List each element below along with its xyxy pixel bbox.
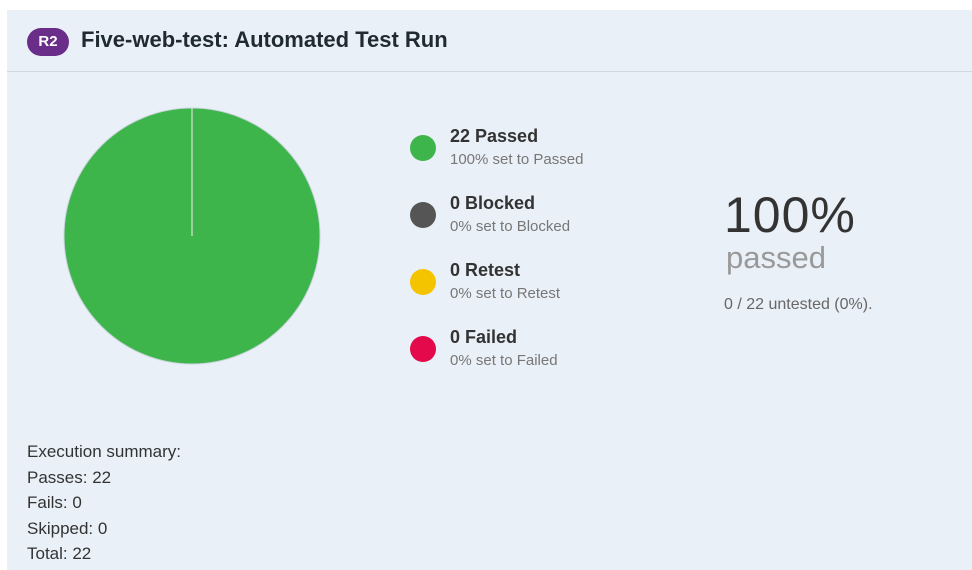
pie-chart <box>62 106 322 366</box>
run-badge: R2 <box>27 28 69 56</box>
page-title[interactable]: Five-web-test: Automated Test Run <box>81 27 448 53</box>
pie-chart-svg <box>63 107 321 365</box>
panel-header: R2 Five-web-test: Automated Test Run <box>7 10 972 72</box>
legend-sub: 100% set to Passed <box>450 151 584 168</box>
legend-sub: 0% set to Retest <box>450 285 561 302</box>
summary-heading: Execution summary: <box>27 442 181 461</box>
summary-total: Total: 22 <box>27 544 92 563</box>
legend-count: 22 Passed <box>450 126 539 146</box>
legend-count: 0 Blocked <box>450 193 536 213</box>
execution-summary: Execution summary: Passes: 22 Fails: 0 S… <box>27 439 181 567</box>
legend-count: 0 Failed <box>450 327 518 347</box>
legend-item-blocked: 0 Blocked 0% set to Blocked <box>410 193 670 243</box>
passed-dot-icon <box>410 135 436 161</box>
failed-dot-icon <box>410 336 436 362</box>
untested-summary: 0 / 22 untested (0%). <box>724 296 873 313</box>
test-run-panel: R2 Five-web-test: Automated Test Run 22 … <box>7 10 972 570</box>
legend-sub: 0% set to Blocked <box>450 218 571 235</box>
legend-item-passed: 22 Passed 100% set to Passed <box>410 126 670 176</box>
summary-skipped: Skipped: 0 <box>27 518 108 538</box>
legend-item-failed: 0 Failed 0% set to Failed <box>410 327 670 377</box>
blocked-dot-icon <box>410 202 436 228</box>
summary-passes: Passes: 22 <box>27 467 112 487</box>
retest-dot-icon <box>410 269 436 295</box>
legend-item-retest: 0 Retest 0% set to Retest <box>410 260 670 310</box>
percent-passed-label: passed <box>726 240 826 275</box>
legend-count: 0 Retest <box>450 260 521 280</box>
legend-sub: 0% set to Failed <box>450 352 558 369</box>
summary-fails: Fails: 0 <box>27 493 82 512</box>
percent-passed-value: 100% <box>724 187 856 243</box>
